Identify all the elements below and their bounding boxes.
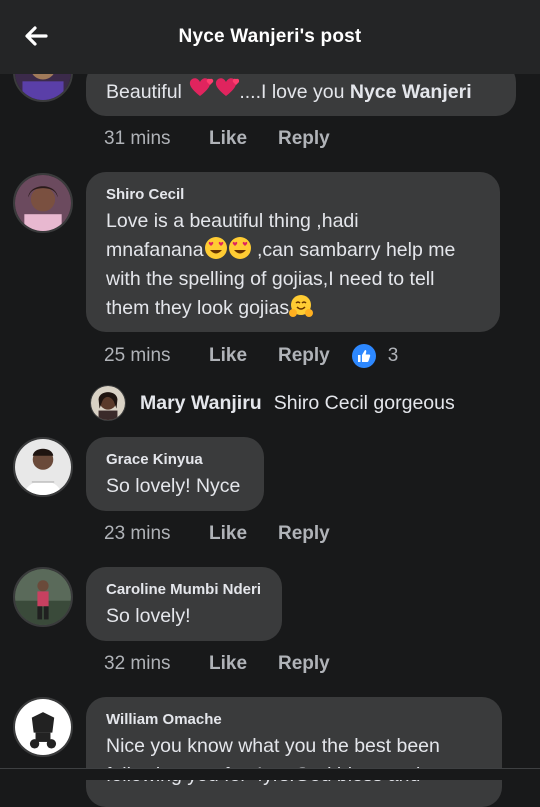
- avatar[interactable]: [13, 173, 73, 233]
- thumbs-up-icon: [351, 344, 376, 368]
- comment-author[interactable]: Caroline Mumbi Nderi: [106, 581, 264, 598]
- reply-button[interactable]: Reply: [278, 345, 330, 367]
- comment-author[interactable]: William Omache: [106, 711, 484, 728]
- heart-emoji-icon: [187, 74, 240, 109]
- comment-actions: 32 mins Like Reply: [104, 651, 330, 677]
- comment-text: Love is a beautiful thing ,hadi mnafanan…: [106, 210, 456, 319]
- like-button[interactable]: Like: [209, 653, 278, 675]
- avatar[interactable]: [13, 567, 73, 627]
- avatar[interactable]: [90, 385, 126, 421]
- hugging-emoji-icon: [289, 295, 314, 319]
- top-bar: Nyce Wanjeri's post: [0, 0, 540, 74]
- comment-actions: 23 mins Like Reply: [104, 521, 330, 547]
- heart-eyes-emoji-icon: [204, 237, 252, 261]
- comment-text: So lovely!: [106, 605, 191, 627]
- comment-author[interactable]: Grace Kinyua: [106, 451, 246, 468]
- avatar[interactable]: [13, 697, 73, 757]
- divider: [0, 768, 540, 769]
- timestamp: 32 mins: [104, 653, 171, 674]
- mention[interactable]: Nyce Wanjeri: [350, 81, 472, 103]
- comment-text: Beautiful ....I love you Nyce Wanjeri: [106, 74, 498, 109]
- avatar[interactable]: [13, 437, 73, 497]
- like-button[interactable]: Like: [209, 128, 278, 150]
- timestamp: 25 mins: [104, 345, 171, 366]
- comment-text: So lovely! Nyce: [106, 475, 241, 497]
- comment-bubble[interactable]: Caroline Mumbi Nderi So lovely!: [86, 567, 282, 641]
- comment-actions: 31 mins Like Reply: [104, 126, 330, 152]
- reply-preview[interactable]: Mary Wanjiru Shiro Cecil gorgeous: [90, 384, 455, 422]
- like-button[interactable]: Like: [209, 523, 278, 545]
- comment-bubble[interactable]: Grace Kinyua So lovely! Nyce: [86, 437, 264, 511]
- reply-button[interactable]: Reply: [278, 523, 330, 545]
- like-button[interactable]: Like: [209, 345, 278, 367]
- comment-bubble[interactable]: William Omache Nice you know what you th…: [86, 697, 502, 807]
- reply-button[interactable]: Reply: [278, 653, 330, 675]
- comment-actions: 25 mins Like Reply 3: [104, 343, 398, 369]
- timestamp: 23 mins: [104, 523, 171, 544]
- reply-author[interactable]: Mary Wanjiru: [140, 392, 262, 415]
- comment-bubble[interactable]: Shiro Cecil Love is a beautiful thing ,h…: [86, 172, 500, 332]
- reply-text: Shiro Cecil gorgeous: [273, 391, 455, 414]
- comment-author[interactable]: Shiro Cecil: [106, 186, 482, 203]
- page-title: Nyce Wanjeri's post: [178, 26, 362, 47]
- bottom-edge: [0, 768, 540, 780]
- reaction-count: 3: [387, 345, 399, 366]
- reaction-summary[interactable]: 3: [351, 344, 399, 368]
- comment-text: Nice you know what you the best been fol…: [106, 735, 440, 786]
- timestamp: 31 mins: [104, 128, 171, 149]
- reply-button[interactable]: Reply: [278, 128, 330, 150]
